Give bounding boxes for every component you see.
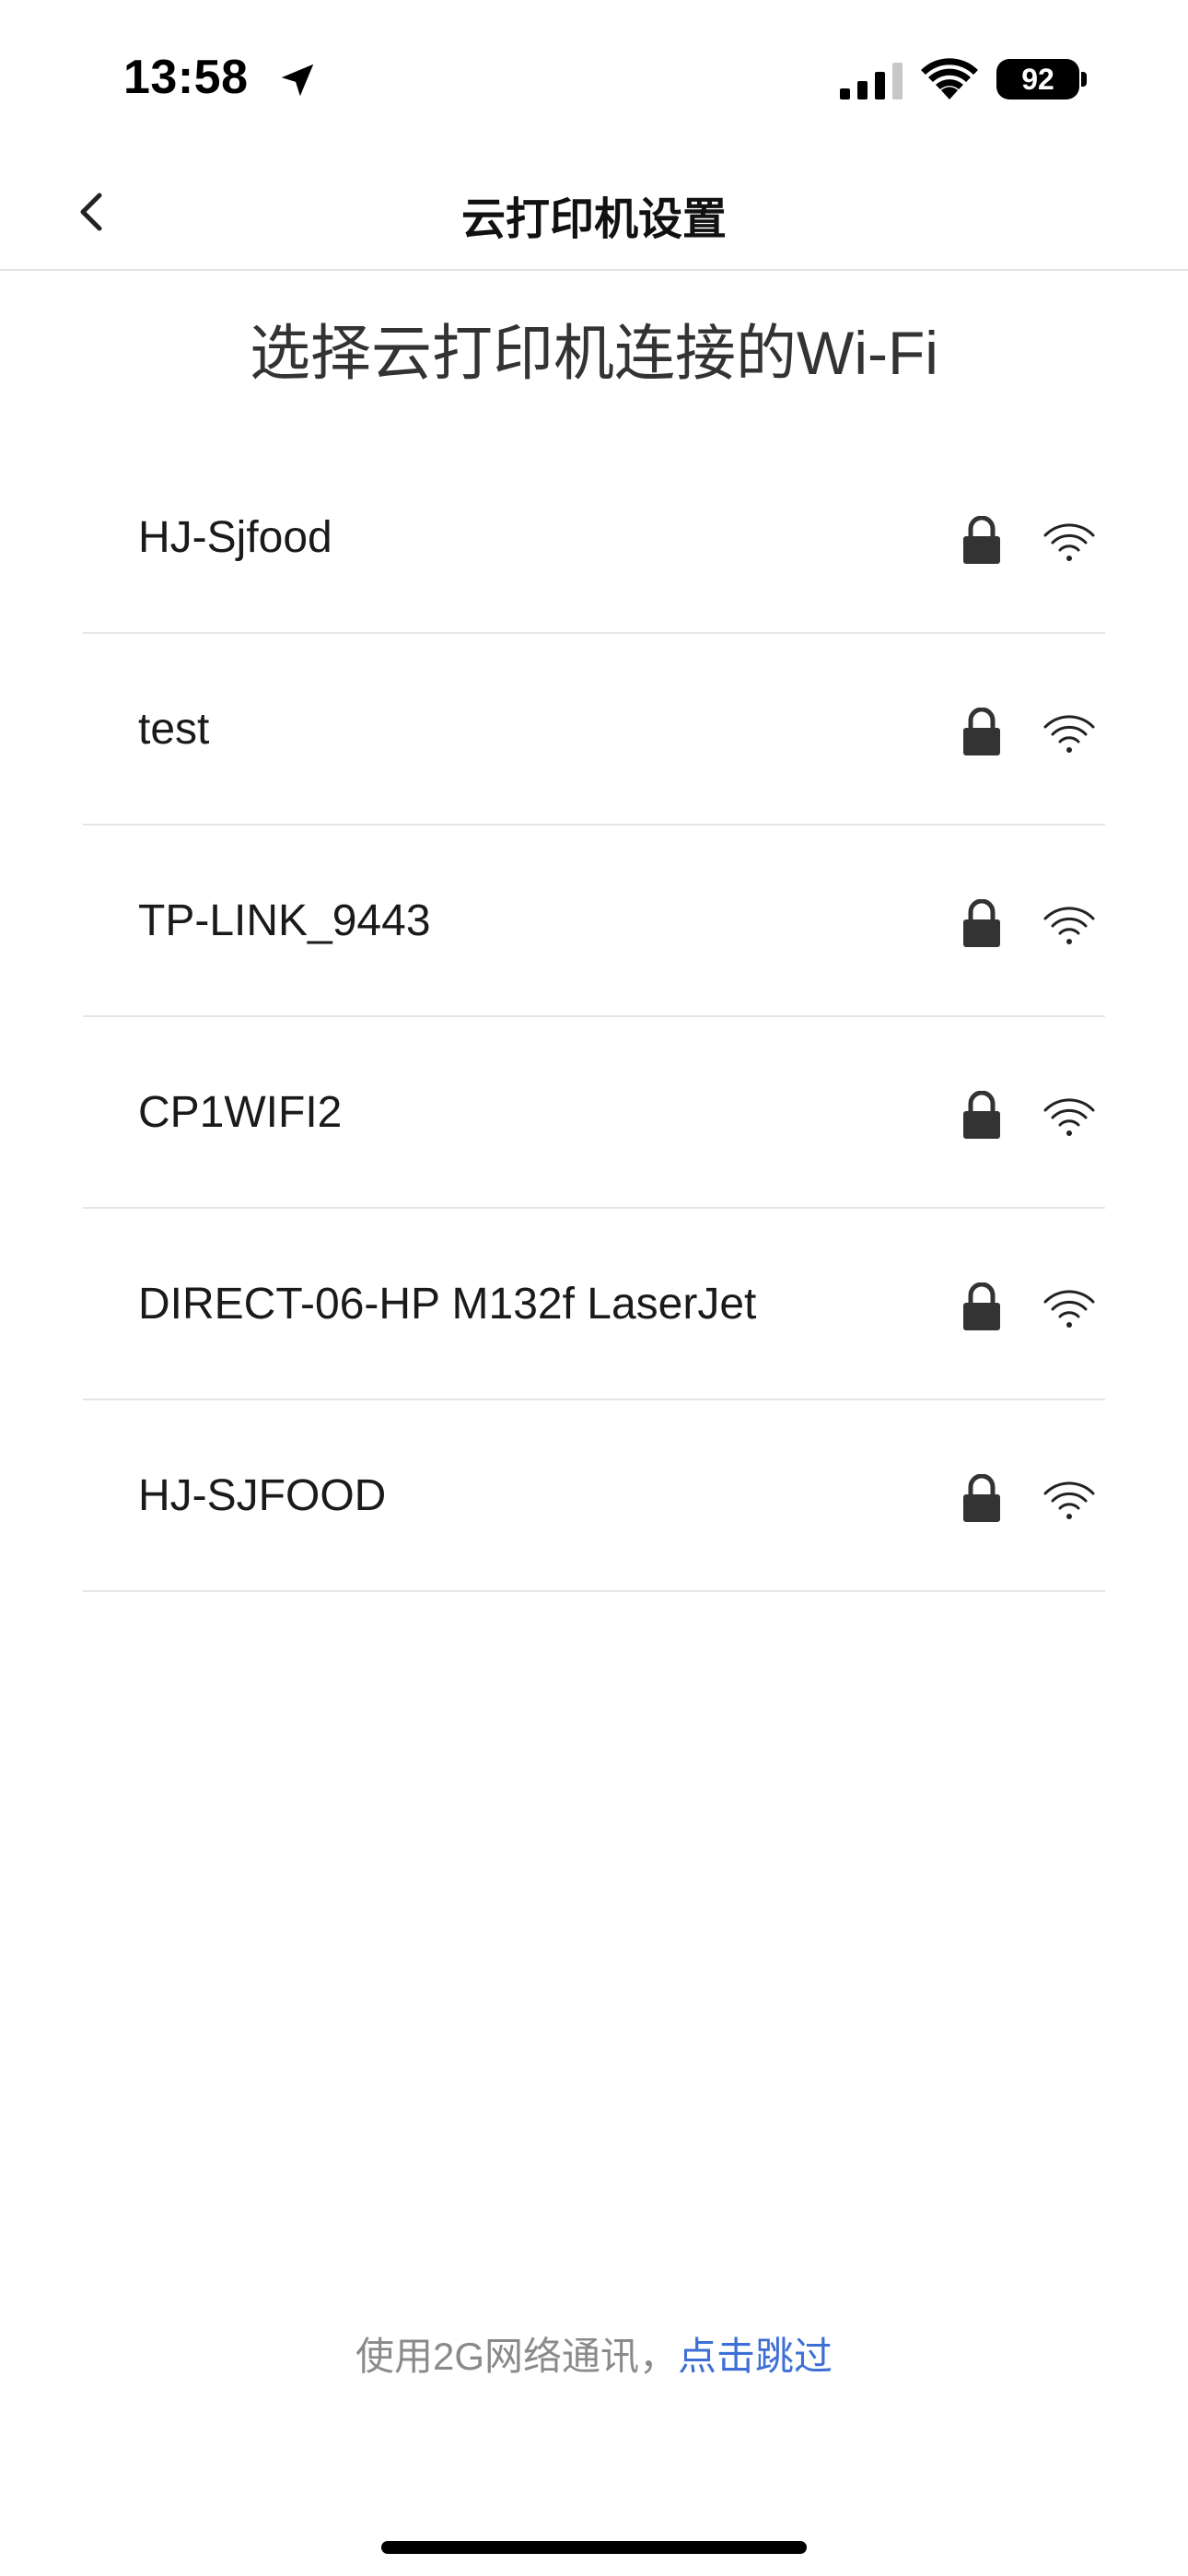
skip-footer: 使用2G网络通讯，点击跳过 [0, 2325, 1188, 2382]
wifi-network-item[interactable]: DIRECT-06-HP M132f LaserJet [83, 1209, 1105, 1400]
wifi-network-item[interactable]: test [83, 634, 1105, 825]
wifi-signal-icon [1043, 1290, 1095, 1328]
status-time: 13:58 [123, 51, 249, 104]
lock-icon [963, 1282, 1000, 1330]
nav-bar: 云打印机设置 [0, 157, 1188, 271]
home-indicator[interactable] [381, 2541, 807, 2554]
wifi-network-item[interactable]: HJ-SJFOOD [83, 1400, 1105, 1592]
wifi-network-name: CP1WIFI2 [138, 1088, 343, 1137]
battery-icon: 92 [996, 59, 1079, 100]
footer-text: 使用2G网络通讯， [355, 2335, 678, 2378]
lock-icon [963, 1091, 1000, 1139]
wifi-signal-icon [1043, 1481, 1095, 1519]
skip-link[interactable]: 点击跳过 [678, 2335, 833, 2378]
lock-icon [963, 1474, 1000, 1522]
lock-icon [963, 899, 1000, 947]
location-arrow-icon [281, 64, 314, 97]
wifi-signal-icon [1043, 715, 1095, 753]
wifi-signal-icon [1043, 523, 1095, 561]
wifi-network-name: HJ-SJFOOD [138, 1471, 387, 1520]
wifi-icon [921, 58, 978, 100]
battery-tip [1081, 72, 1087, 87]
wifi-signal-icon [1043, 1098, 1095, 1136]
cellular-signal-icon [840, 63, 903, 100]
lock-icon [963, 516, 1000, 564]
wifi-network-name: HJ-Sjfood [138, 513, 332, 562]
wifi-network-item[interactable]: HJ-Sjfood [83, 442, 1105, 634]
wifi-network-item[interactable]: TP-LINK_9443 [83, 825, 1105, 1017]
page-title: 云打印机设置 [460, 195, 727, 244]
wifi-network-name: test [138, 705, 210, 754]
wifi-network-name: TP-LINK_9443 [138, 896, 431, 945]
status-bar: 13:58 92 [0, 0, 1188, 157]
wifi-select-heading: 选择云打印机连接的Wi-Fi [250, 319, 938, 387]
wifi-signal-icon [1043, 907, 1095, 944]
wifi-network-list: HJ-Sjfood test TP-LINK_9443 CP1WIFI2 DIR… [83, 442, 1105, 1592]
wifi-network-name: DIRECT-06-HP M132f LaserJet [138, 1280, 757, 1329]
wifi-network-item[interactable]: CP1WIFI2 [83, 1017, 1105, 1209]
lock-icon [963, 708, 1000, 755]
